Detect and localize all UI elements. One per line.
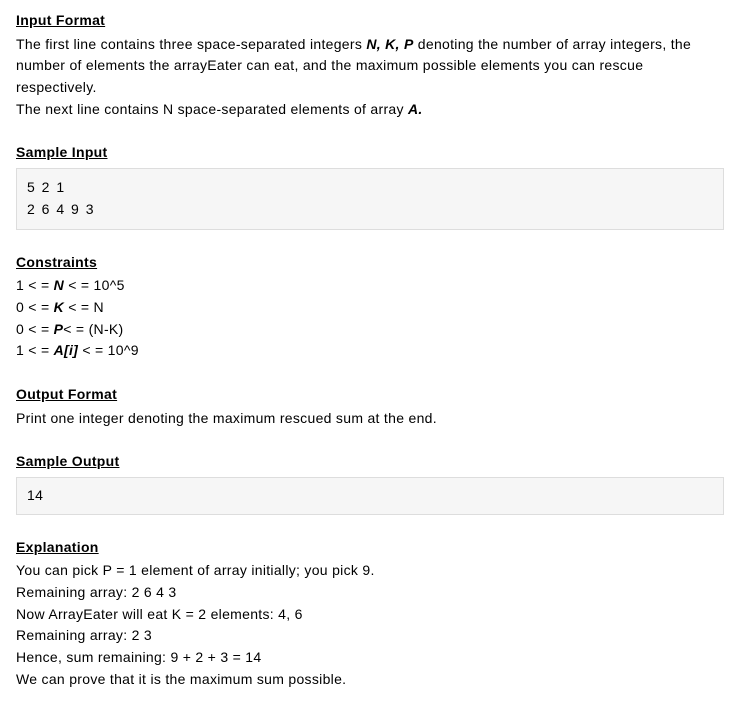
constraint-4-pre: 1 < =	[16, 342, 54, 358]
constraint-1-post: < = 10^5	[64, 277, 125, 293]
sample-output-heading: Sample Output	[16, 451, 724, 473]
constraint-4-post: < = 10^9	[78, 342, 139, 358]
constraint-2: 0 < = K < = N	[16, 297, 724, 319]
constraint-4-var: A[i]	[54, 342, 79, 358]
constraint-2-var: K	[54, 299, 64, 315]
explanation-line-3: Now ArrayEater will eat K = 2 elements: …	[16, 604, 724, 626]
output-format-text: Print one integer denoting the maximum r…	[16, 408, 724, 430]
explanation-line-2: Remaining array: 2 6 4 3	[16, 582, 724, 604]
explanation-line-1: You can pick P = 1 element of array init…	[16, 560, 724, 582]
constraint-3: 0 < = P< = (N-K)	[16, 319, 724, 341]
sample-input-heading: Sample Input	[16, 142, 724, 164]
constraints-heading: Constraints	[16, 252, 724, 274]
constraint-1: 1 < = N < = 10^5	[16, 275, 724, 297]
constraint-3-pre: 0 < =	[16, 321, 54, 337]
input-format-line2a: The next line contains N space-separated…	[16, 101, 408, 117]
constraint-2-pre: 0 < =	[16, 299, 54, 315]
constraint-1-var: N	[54, 277, 64, 293]
constraint-3-var: P	[54, 321, 64, 337]
explanation-line-6: We can prove that it is the maximum sum …	[16, 669, 724, 691]
explanation-line-5: Hence, sum remaining: 9 + 2 + 3 = 14	[16, 647, 724, 669]
constraint-1-pre: 1 < =	[16, 277, 54, 293]
input-format-line1a: The first line contains three space-sepa…	[16, 36, 366, 52]
input-format-text: The first line contains three space-sepa…	[16, 34, 724, 121]
sample-output-box: 14	[16, 477, 724, 515]
input-format-vars-nkp: N, K, P	[366, 36, 413, 52]
output-format-heading: Output Format	[16, 384, 724, 406]
input-format-heading: Input Format	[16, 10, 724, 32]
explanation-heading: Explanation	[16, 537, 724, 559]
input-format-var-a: A.	[408, 101, 423, 117]
constraint-2-post: < = N	[64, 299, 104, 315]
explanation-line-4: Remaining array: 2 3	[16, 625, 724, 647]
sample-input-box: 5 2 1 2 6 4 9 3	[16, 168, 724, 229]
constraint-4: 1 < = A[i] < = 10^9	[16, 340, 724, 362]
constraint-3-post: < = (N-K)	[63, 321, 123, 337]
